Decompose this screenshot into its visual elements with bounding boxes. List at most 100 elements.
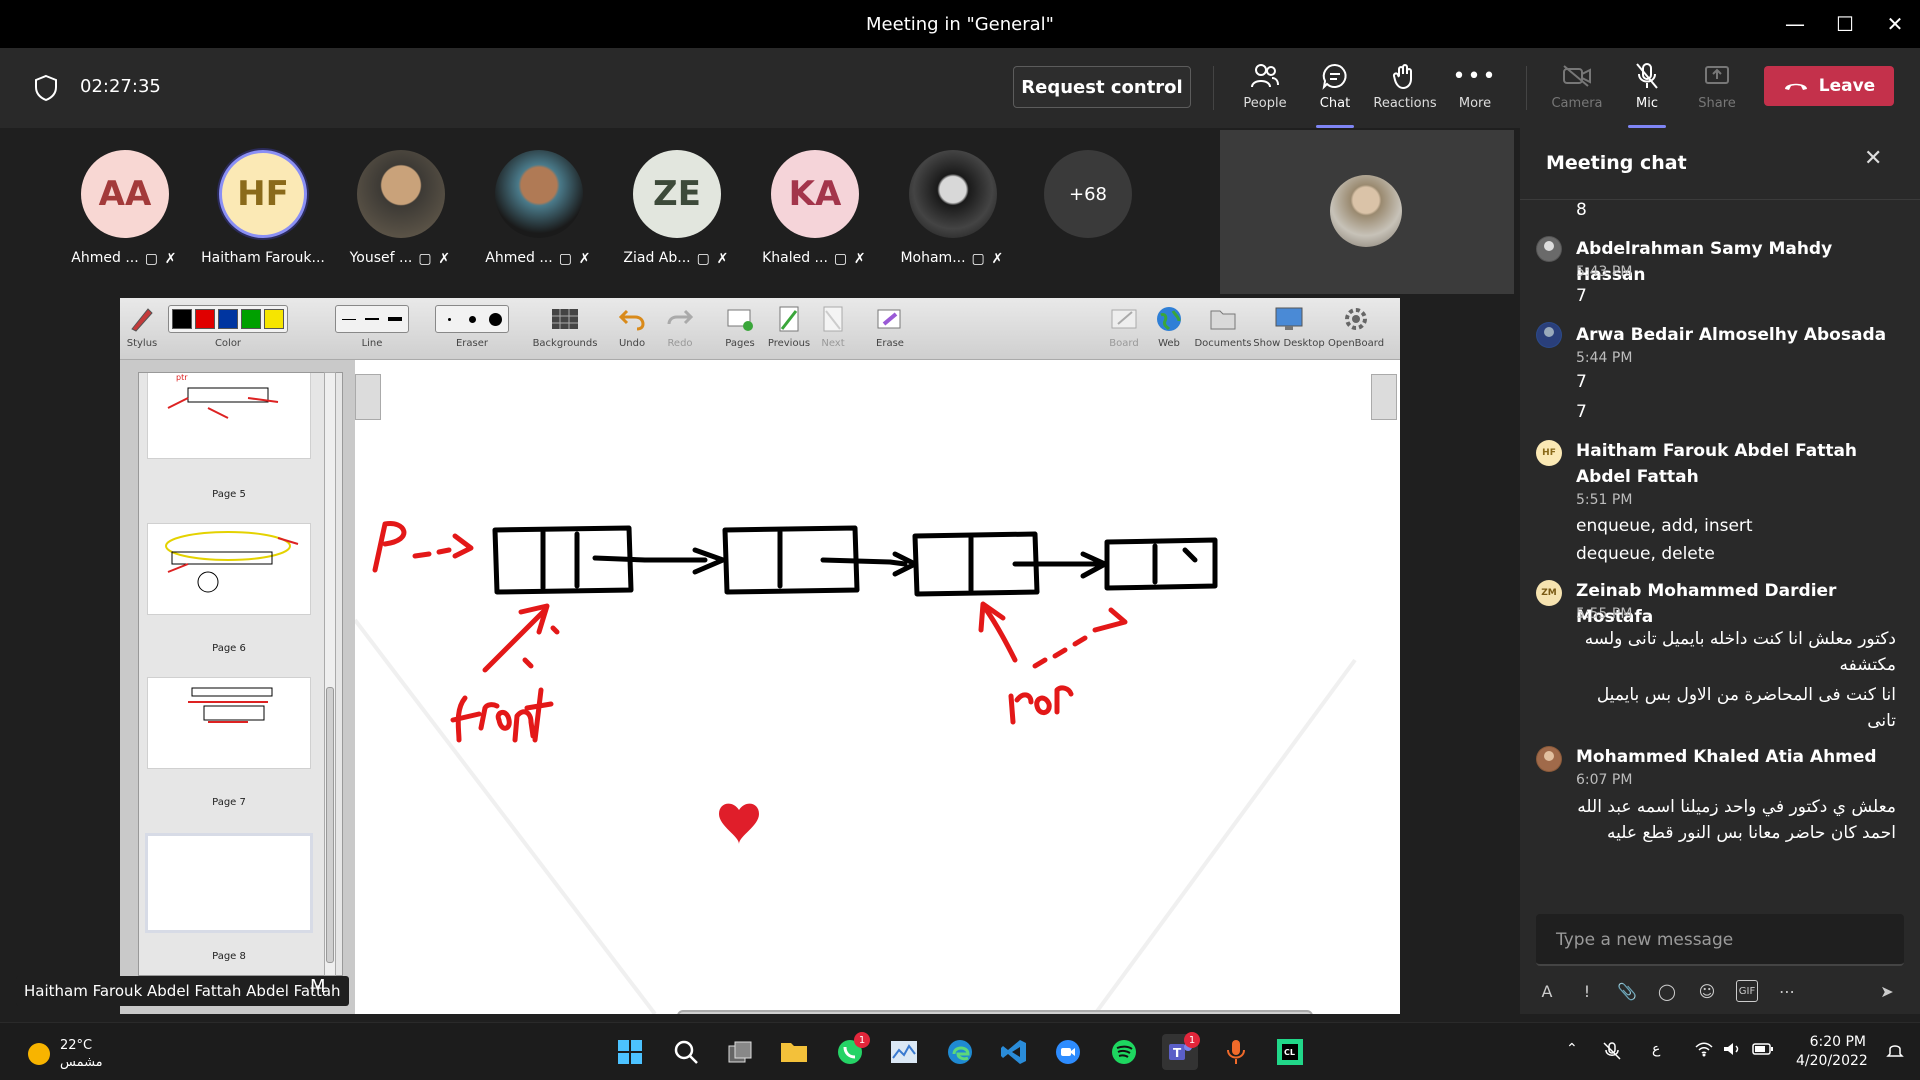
camera-button[interactable]: Camera [1540,60,1614,122]
front-label-strokes [450,687,554,743]
mic-off-icon: ✗ [164,251,177,267]
chat-message-text: 7 [1576,286,1587,306]
color-swatch[interactable] [195,309,215,329]
documents-button[interactable]: Documents [1194,302,1252,356]
notifications-icon[interactable] [1886,1041,1904,1063]
close-chat-button[interactable]: ✕ [1864,146,1882,171]
participant-tile[interactable]: Yousef ... ▢ ✗ [336,150,466,280]
color-swatch[interactable] [264,309,284,329]
send-icon[interactable]: ➤ [1876,980,1898,1002]
photos-app-button[interactable] [886,1034,922,1070]
participant-tile[interactable]: Ahmed ... ▢ ✗ [474,150,604,280]
weather-widget[interactable]: 22°C مشمس [28,1037,103,1071]
input-language[interactable]: ع [1652,1041,1660,1057]
avatar [1536,322,1562,348]
participant-tile[interactable]: ZE Ziad Ab... ▢ ✗ [612,150,742,280]
color-swatch[interactable] [218,309,238,329]
next-icon [820,302,846,336]
edge-button[interactable] [942,1034,978,1070]
file-explorer-button[interactable] [776,1034,812,1070]
avatar [909,150,997,238]
close-window-button[interactable]: ✕ [1870,0,1920,48]
attach-icon[interactable]: 📎 [1616,980,1638,1002]
openboard-menu-button[interactable]: OpenBoard [1328,302,1384,356]
share-label: Share [1698,96,1736,111]
color-swatch[interactable] [172,309,192,329]
more-participants-button[interactable]: +68 [1044,150,1132,238]
redo-button[interactable]: Redo [660,302,700,356]
more-options-icon[interactable]: ⋯ [1776,980,1798,1002]
task-view-button[interactable] [722,1034,758,1070]
color-swatch[interactable] [241,309,261,329]
eraser-size-picker[interactable]: Eraser [430,302,514,356]
spotify-button[interactable] [1106,1034,1142,1070]
mic-muted-icon[interactable] [1602,1041,1622,1065]
leave-button[interactable]: Leave [1764,66,1894,106]
page-label: Page 8 [212,951,246,962]
request-control-button[interactable]: Request control [1013,66,1191,108]
undo-button[interactable]: Undo [612,302,652,356]
people-button[interactable]: People [1228,60,1302,122]
battery-icon[interactable] [1752,1041,1774,1061]
page-thumbnail[interactable] [147,677,311,769]
hangup-icon [1784,83,1807,90]
whatsapp-button[interactable]: 1 [832,1032,870,1070]
avatar: KA [771,150,859,238]
message-compose-box[interactable]: Type a new message [1536,914,1904,966]
backgrounds-button[interactable]: Backgrounds [533,302,597,356]
voice-recorder-button[interactable] [1218,1034,1254,1070]
search-button[interactable] [668,1034,704,1070]
chat-button[interactable]: Chat [1298,60,1372,128]
avatar [357,150,445,238]
line-width-picker[interactable]: Line [330,302,414,356]
mic-button[interactable]: Mic [1610,60,1684,128]
page-thumbnail-selected[interactable] [145,833,313,933]
next-page-button[interactable]: Next [816,302,850,356]
start-button[interactable] [612,1034,648,1070]
documents-label: Documents [1194,338,1252,349]
minimize-button[interactable]: — [1770,0,1820,48]
reactions-button[interactable]: Reactions [1368,60,1442,122]
system-clock[interactable]: 6:20 PM 4/20/2022 [1796,1033,1868,1071]
important-icon[interactable]: ! [1576,980,1598,1002]
volume-icon[interactable] [1722,1041,1742,1061]
emoji-icon[interactable]: ☺ [1696,980,1718,1002]
chat-message-text: معلش ي دكتور في واحد زميلنا اسمه عبد الل… [1577,797,1896,843]
show-desktop-button[interactable]: Show Desktop [1253,302,1325,356]
teams-button[interactable]: T1 [1162,1032,1200,1070]
thumbnail-scrollbar[interactable] [324,372,336,976]
share-button[interactable]: Share [1680,60,1754,122]
scrollbar-thumb[interactable] [326,687,334,963]
pages-button[interactable]: Pages [720,302,760,356]
self-video-tile [1220,130,1514,294]
participant-tile[interactable]: HF Haitham Farouk... [198,150,328,280]
page-thumbnail[interactable] [147,523,311,615]
mic-off-icon [1631,60,1663,92]
collapse-left-panel-button[interactable] [355,374,381,420]
clion-button[interactable]: CL [1272,1034,1308,1070]
format-icon[interactable]: A [1536,980,1558,1002]
maximize-button[interactable]: ☐ [1820,0,1870,48]
wifi-icon[interactable] [1694,1041,1714,1061]
letter-p-stroke [372,521,407,573]
color-picker[interactable]: Color [168,302,288,356]
meeting-chat-panel: Meeting chat ✕ 8 Abdelrahman Samy Mahdy … [1520,128,1920,1014]
participant-tile[interactable]: KA Khaled ... ▢ ✗ [750,150,880,280]
zoom-app-button[interactable] [1050,1034,1086,1070]
more-button[interactable]: ••• More [1438,60,1512,122]
vscode-button[interactable] [996,1034,1032,1070]
participant-tile[interactable]: Moham... ▢ ✗ [888,150,1018,280]
stylus-tool[interactable]: Stylus [126,302,158,356]
collapse-right-panel-button[interactable] [1371,374,1397,420]
previous-page-button[interactable]: Previous [766,302,812,356]
board-button[interactable]: Board [1106,302,1142,356]
gif-icon[interactable]: GIF [1736,980,1758,1002]
web-button[interactable]: Web [1154,302,1184,356]
erase-button[interactable]: Erase [872,302,908,356]
whiteboard-canvas[interactable]: AI [353,360,1400,1014]
participant-tile[interactable]: AA Ahmed ... ▢ ✗ [60,150,190,280]
stylus-label: Stylus [126,338,158,349]
loop-icon[interactable]: ◯ [1656,980,1678,1002]
page-thumbnail[interactable]: ptr [147,373,311,459]
chevron-up-icon[interactable]: ⌃ [1566,1041,1578,1057]
